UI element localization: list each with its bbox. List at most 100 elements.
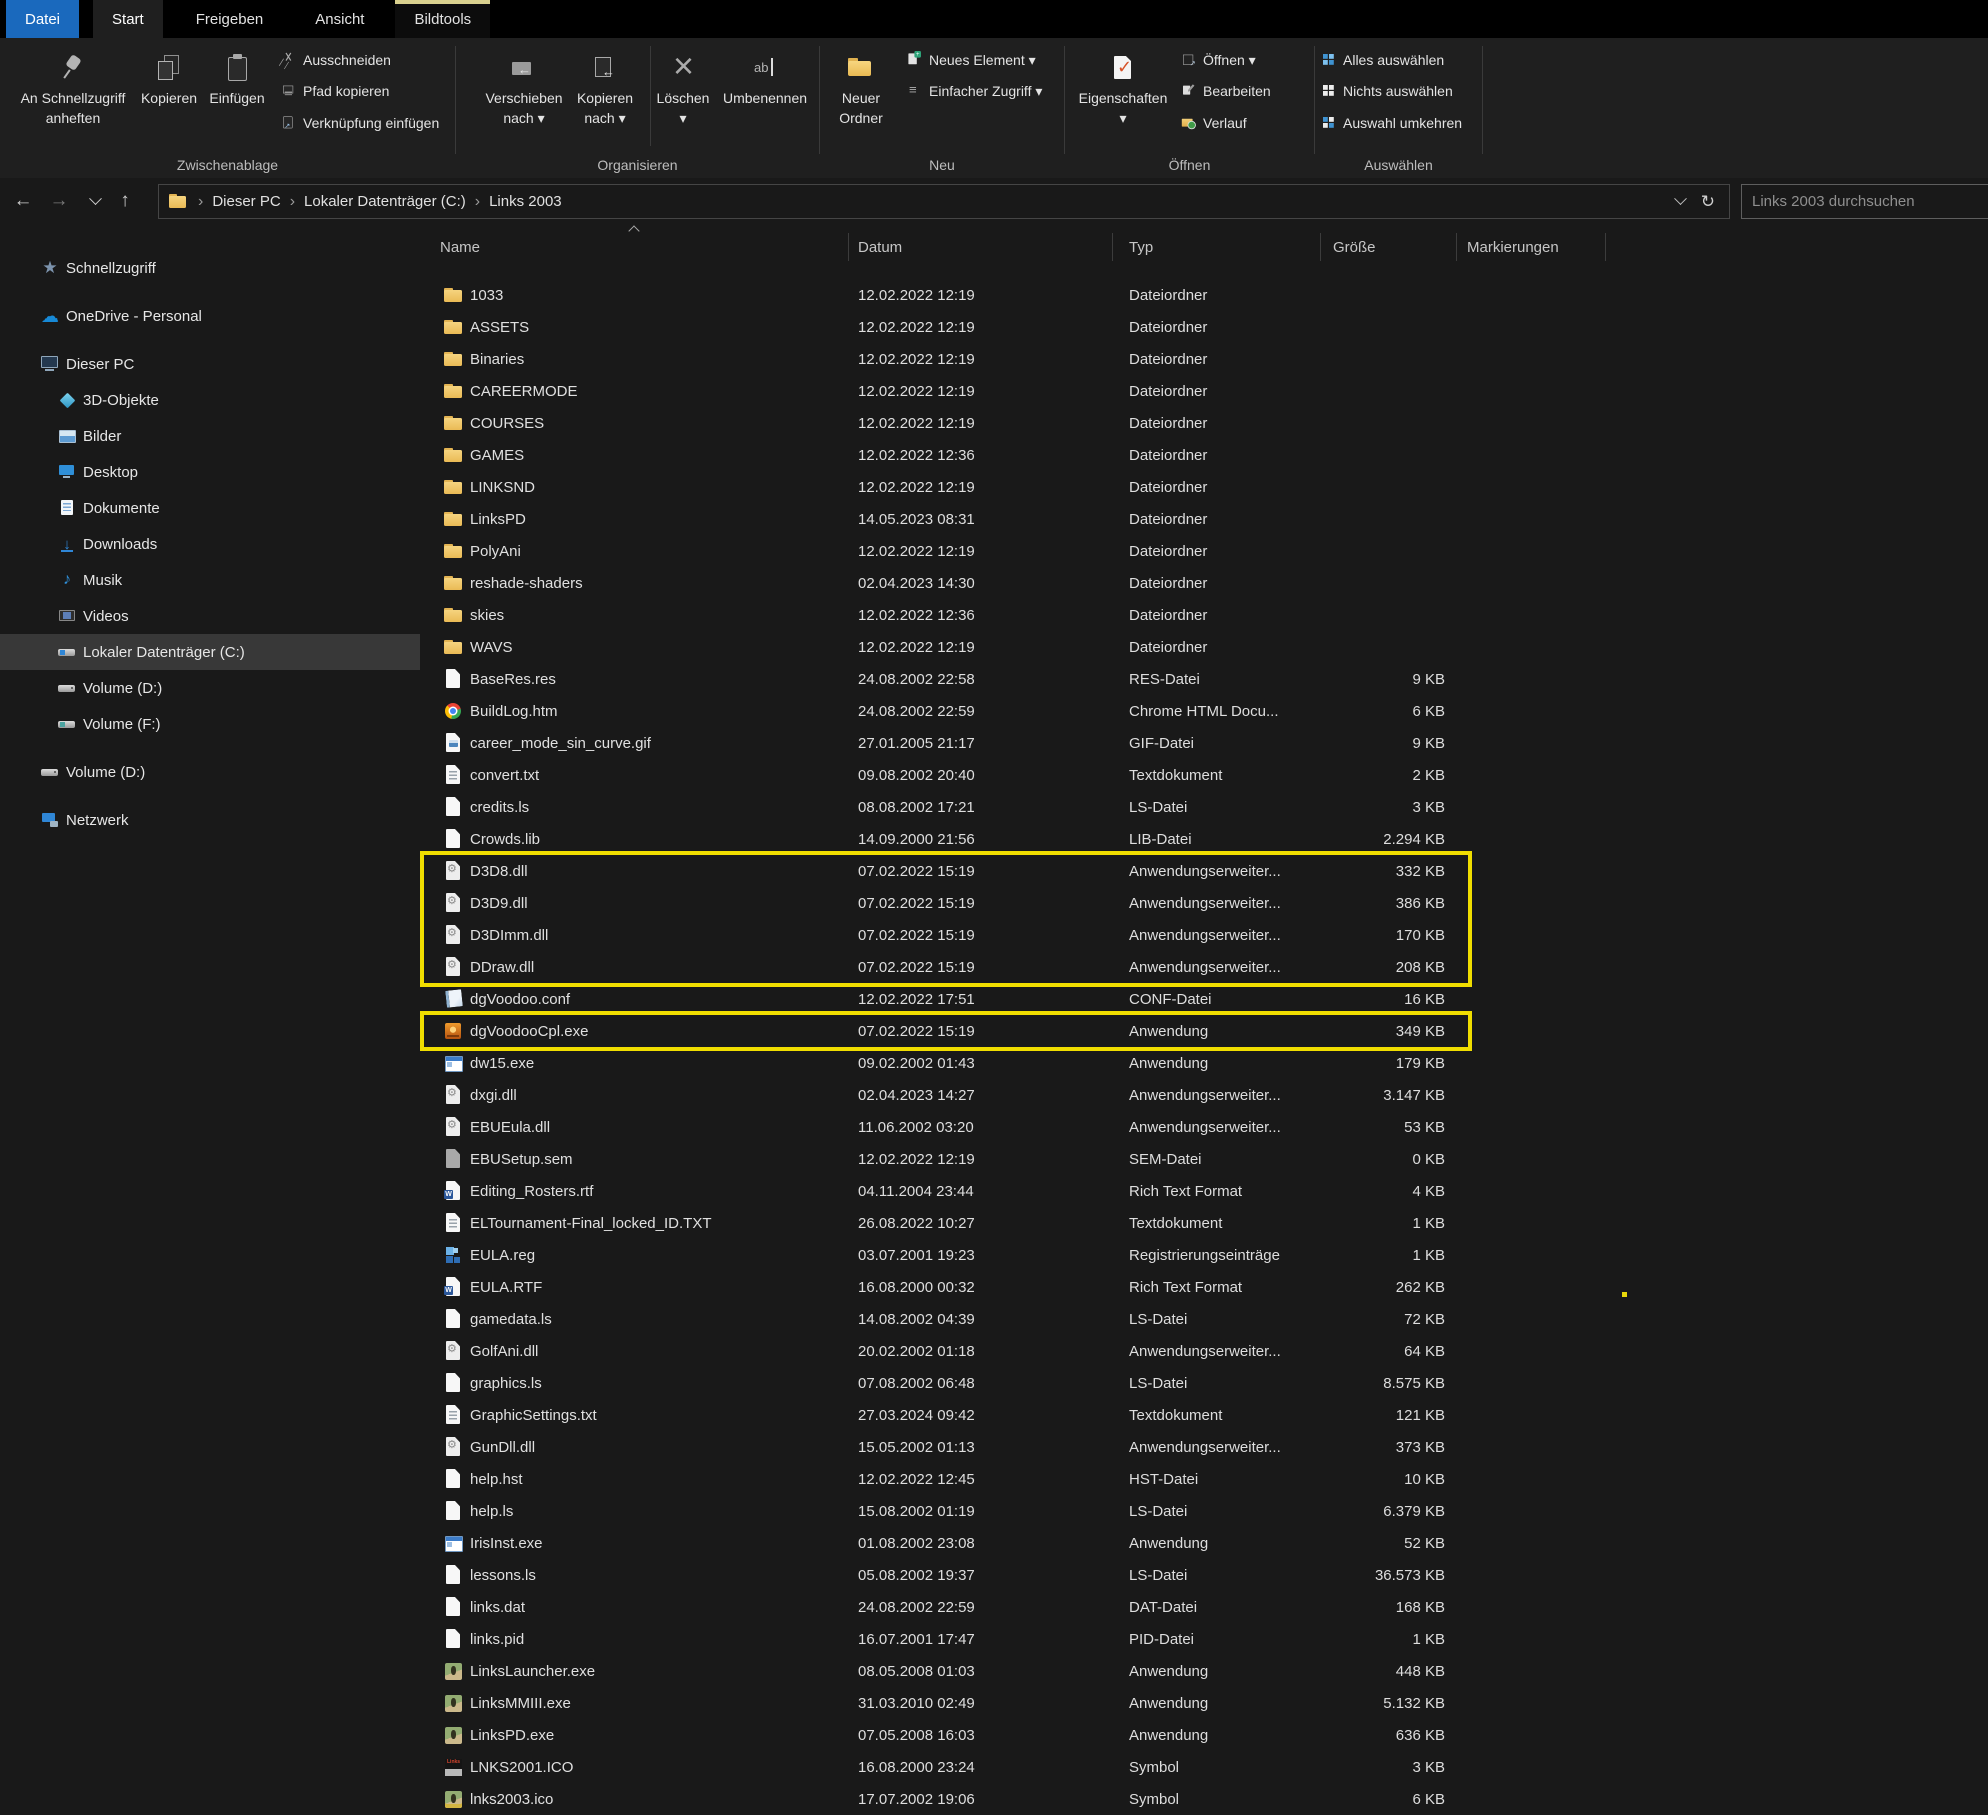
column-header-typ[interactable]: Typ	[1113, 233, 1321, 261]
file-row[interactable]: CAREERMODE12.02.2022 12:19Dateiordner	[420, 375, 1606, 407]
file-row[interactable]: Editing_Rosters.rtf04.11.2004 23:44Rich …	[420, 1175, 1606, 1207]
sidebar-item-videos[interactable]: Videos	[0, 598, 420, 634]
back-button[interactable]: ←	[6, 178, 40, 224]
file-row[interactable]: dgVoodoo.conf12.02.2022 17:51CONF-Datei1…	[420, 983, 1606, 1015]
file-row[interactable]: gamedata.ls14.08.2002 04:39LS-Datei72 KB	[420, 1303, 1606, 1335]
copy-path-button[interactable]: Pfad kopieren	[280, 77, 389, 105]
pin-to-quick-access-button[interactable]: An Schnellzugriffanheften	[8, 48, 138, 128]
file-row[interactable]: dgVoodooCpl.exe07.02.2022 15:19Anwendung…	[420, 1015, 1606, 1047]
recent-locations-chevron-icon[interactable]	[78, 178, 112, 224]
file-row[interactable]: D3DImm.dll07.02.2022 15:19Anwendungserwe…	[420, 919, 1606, 951]
sidebar-item-desktop[interactable]: Desktop	[0, 454, 420, 490]
file-row[interactable]: EBUSetup.sem12.02.2022 12:19SEM-Datei0 K…	[420, 1143, 1606, 1175]
file-row[interactable]: LinksMMIII.exe31.03.2010 02:49Anwendung5…	[420, 1687, 1606, 1719]
file-row[interactable]: EULA.reg03.07.2001 19:23Registrierungsei…	[420, 1239, 1606, 1271]
file-row[interactable]: DDraw.dll07.02.2022 15:19Anwendungserwei…	[420, 951, 1606, 983]
history-button[interactable]: Verlauf	[1180, 109, 1247, 137]
file-row[interactable]: Crowds.lib14.09.2000 21:56LIB-Datei2.294…	[420, 823, 1606, 855]
file-row[interactable]: GolfAni.dll20.02.2002 01:18Anwendungserw…	[420, 1335, 1606, 1367]
copy-button[interactable]: Kopieren	[138, 48, 200, 108]
column-header-groesse[interactable]: Größe	[1321, 233, 1457, 261]
rename-button[interactable]: Umbenennen	[715, 48, 815, 108]
file-row[interactable]: IrisInst.exe01.08.2002 23:08Anwendung52 …	[420, 1527, 1606, 1559]
file-row[interactable]: 103312.02.2022 12:19Dateiordner	[420, 279, 1606, 311]
sidebar-item-downloads[interactable]: ↓Downloads	[0, 526, 420, 562]
file-row[interactable]: EBUEula.dll11.06.2002 03:20Anwendungserw…	[420, 1111, 1606, 1143]
sidebar-item-volume-d[interactable]: Volume (D:)	[0, 670, 420, 706]
new-item-button[interactable]: Neues Element ▾	[906, 46, 1036, 74]
breadcrumb-item[interactable]: Links 2003	[489, 193, 562, 210]
sidebar-item-volume-d[interactable]: Volume (D:)	[0, 754, 420, 790]
file-row[interactable]: help.hst12.02.2022 12:45HST-Datei10 KB	[420, 1463, 1606, 1495]
file-row[interactable]: LNKS2001.ICO16.08.2000 23:24Symbol3 KB	[420, 1751, 1606, 1783]
file-row[interactable]: graphics.ls07.08.2002 06:48LS-Datei8.575…	[420, 1367, 1606, 1399]
breadcrumb-item[interactable]: Lokaler Datenträger (C:)	[304, 193, 466, 210]
file-row[interactable]: reshade-shaders02.04.2023 14:30Dateiordn…	[420, 567, 1606, 599]
file-row[interactable]: links.pid16.07.2001 17:47PID-Datei1 KB	[420, 1623, 1606, 1655]
properties-button[interactable]: Eigenschaften▾	[1075, 48, 1171, 128]
file-row[interactable]: WAVS12.02.2022 12:19Dateiordner	[420, 631, 1606, 663]
file-row[interactable]: Binaries12.02.2022 12:19Dateiordner	[420, 343, 1606, 375]
file-row[interactable]: ELTournament-Final_locked_ID.TXT26.08.20…	[420, 1207, 1606, 1239]
up-button[interactable]: ↑	[108, 178, 142, 224]
delete-button[interactable]: Löschen▾	[655, 48, 711, 128]
file-row[interactable]: GunDll.dll15.05.2002 01:13Anwendungserwe…	[420, 1431, 1606, 1463]
file-row[interactable]: EULA.RTF16.08.2000 00:32Rich Text Format…	[420, 1271, 1606, 1303]
file-row[interactable]: credits.ls08.08.2002 17:21LS-Datei3 KB	[420, 791, 1606, 823]
easy-access-button[interactable]: Einfacher Zugriff ▾	[906, 77, 1042, 105]
forward-button[interactable]: →	[42, 178, 76, 224]
file-row[interactable]: BuildLog.htm24.08.2002 22:59Chrome HTML …	[420, 695, 1606, 727]
file-row[interactable]: LinksPD.exe07.05.2008 16:03Anwendung636 …	[420, 1719, 1606, 1751]
select-none-button[interactable]: Nichts auswählen	[1320, 77, 1453, 105]
breadcrumb-item[interactable]: Dieser PC	[212, 193, 280, 210]
file-row[interactable]: career_mode_sin_curve.gif27.01.2005 21:1…	[420, 727, 1606, 759]
sidebar-item-musik[interactable]: ♪Musik	[0, 562, 420, 598]
file-row[interactable]: LinksLauncher.exe08.05.2008 01:03Anwendu…	[420, 1655, 1606, 1687]
file-row[interactable]: dxgi.dll02.04.2023 14:27Anwendungserweit…	[420, 1079, 1606, 1111]
sidebar-item-dieser-pc[interactable]: Dieser PC	[0, 346, 420, 382]
sidebar-item-bilder[interactable]: Bilder	[0, 418, 420, 454]
refresh-icon[interactable]: ↻	[1701, 192, 1715, 212]
sidebar-item-netzwerk[interactable]: Netzwerk	[0, 802, 420, 838]
new-folder-button[interactable]: NeuerOrdner	[822, 48, 900, 128]
sidebar-item-lokaler-datentr-ger-c[interactable]: Lokaler Datenträger (C:)	[0, 634, 420, 670]
tab-start[interactable]: Start	[93, 0, 163, 38]
file-row[interactable]: links.dat24.08.2002 22:59DAT-Datei168 KB	[420, 1591, 1606, 1623]
select-all-button[interactable]: Alles auswählen	[1320, 46, 1444, 74]
sidebar-item-onedrive-personal[interactable]: ☁OneDrive - Personal	[0, 298, 420, 334]
file-row[interactable]: lnks2003.ico17.07.2002 19:06Symbol6 KB	[420, 1783, 1606, 1815]
file-row[interactable]: lessons.ls05.08.2002 19:37LS-Datei36.573…	[420, 1559, 1606, 1591]
file-row[interactable]: dw15.exe09.02.2002 01:43Anwendung179 KB	[420, 1047, 1606, 1079]
copy-to-button[interactable]: Kopierennach ▾	[570, 48, 640, 128]
tab-datei[interactable]: Datei	[6, 0, 79, 38]
file-row[interactable]: help.ls15.08.2002 01:19LS-Datei6.379 KB	[420, 1495, 1606, 1527]
invert-selection-button[interactable]: Auswahl umkehren	[1320, 109, 1462, 137]
sidebar-item-schnellzugriff[interactable]: ★Schnellzugriff	[0, 250, 420, 286]
search-input[interactable]: Links 2003 durchsuchen	[1741, 184, 1988, 219]
file-row[interactable]: skies12.02.2022 12:36Dateiordner	[420, 599, 1606, 631]
column-header-name[interactable]: Name	[420, 233, 849, 261]
breadcrumb[interactable]: ›Dieser PC›Lokaler Datenträger (C:)›Link…	[158, 184, 1730, 219]
tab-bildtools[interactable]: Bildtools	[395, 0, 490, 38]
file-row[interactable]: convert.txt09.08.2002 20:40Textdokument2…	[420, 759, 1606, 791]
sidebar-item-volume-f[interactable]: Volume (F:)	[0, 706, 420, 742]
file-row[interactable]: ASSETS12.02.2022 12:19Dateiordner	[420, 311, 1606, 343]
file-row[interactable]: PolyAni12.02.2022 12:19Dateiordner	[420, 535, 1606, 567]
file-row[interactable]: LINKSND12.02.2022 12:19Dateiordner	[420, 471, 1606, 503]
sidebar-item-dokumente[interactable]: Dokumente	[0, 490, 420, 526]
file-row[interactable]: GAMES12.02.2022 12:36Dateiordner	[420, 439, 1606, 471]
address-dropdown-icon[interactable]	[1674, 192, 1687, 205]
tab-freigeben[interactable]: Freigeben	[177, 0, 283, 38]
file-row[interactable]: D3D8.dll07.02.2022 15:19Anwendungserweit…	[420, 855, 1606, 887]
paste-shortcut-button[interactable]: Verknüpfung einfügen	[280, 109, 439, 137]
move-to-button[interactable]: Verschiebennach ▾	[485, 48, 563, 128]
sidebar-item-3d-objekte[interactable]: 3D-Objekte	[0, 382, 420, 418]
file-row[interactable]: COURSES12.02.2022 12:19Dateiordner	[420, 407, 1606, 439]
paste-button[interactable]: Einfügen	[202, 48, 272, 108]
tab-ansicht[interactable]: Ansicht	[296, 0, 383, 38]
file-row[interactable]: BaseRes.res24.08.2002 22:58RES-Datei9 KB	[420, 663, 1606, 695]
edit-button[interactable]: Bearbeiten	[1180, 77, 1271, 105]
column-header-datum[interactable]: Datum	[849, 233, 1113, 261]
file-row[interactable]: GraphicSettings.txt27.03.2024 09:42Textd…	[420, 1399, 1606, 1431]
file-row[interactable]: LinksPD14.05.2023 08:31Dateiordner	[420, 503, 1606, 535]
